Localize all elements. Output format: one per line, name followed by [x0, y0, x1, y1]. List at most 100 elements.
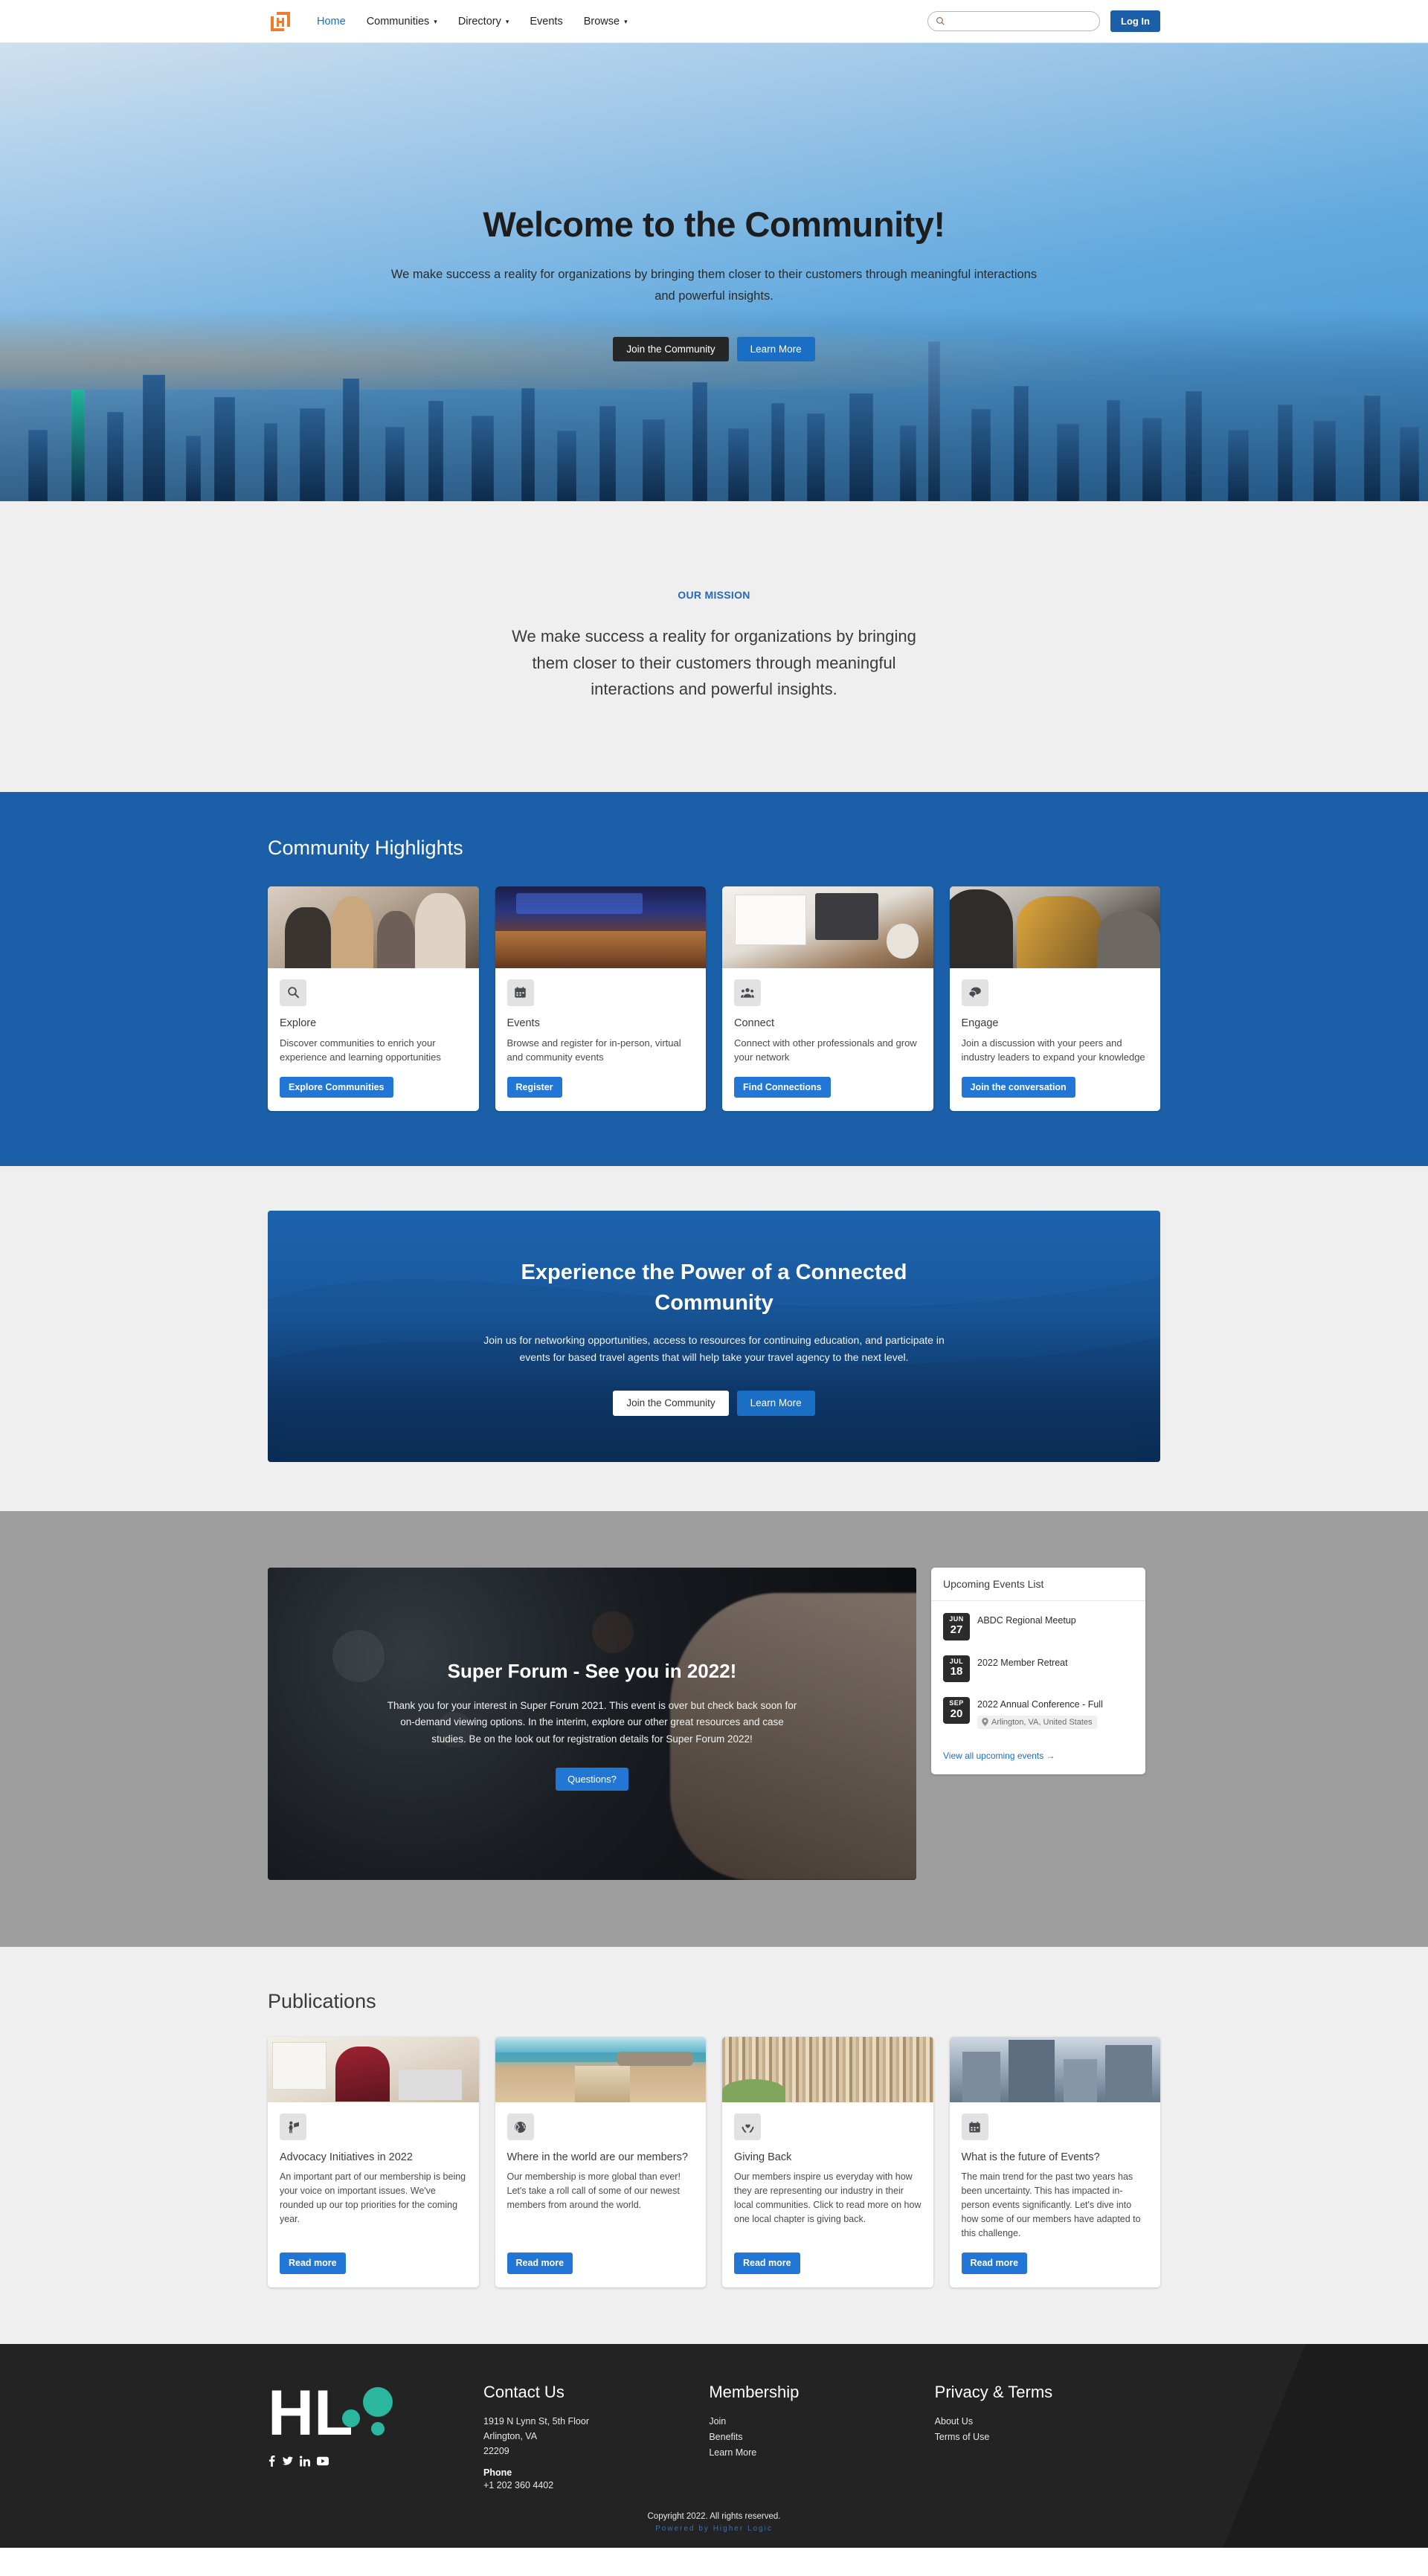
nav-label: Home — [317, 15, 346, 28]
card-title: Engage — [961, 1017, 999, 1029]
footer-membership-column: Membership Join Benefits Learn More — [709, 2383, 934, 2493]
search-icon — [936, 17, 945, 25]
youtube-icon[interactable] — [317, 2456, 329, 2467]
footer-link-terms-of-use[interactable]: Terms of Use — [935, 2430, 1147, 2445]
mission-section: OUR MISSION We make success a reality fo… — [0, 501, 1428, 792]
higher-logic-wordmark: HL — [268, 2383, 483, 2451]
publication-card-future-events[interactable]: What is the future of Events? The main t… — [949, 2037, 1160, 2287]
read-more-button[interactable]: Read more — [961, 2253, 1028, 2274]
event-month: JUL — [949, 1657, 964, 1665]
footer-privacy-column: Privacy & Terms About Us Terms of Use — [935, 2383, 1160, 2493]
publication-card-advocacy[interactable]: Advocacy Initiatives in 2022 An importan… — [268, 2037, 479, 2287]
highlight-card-events[interactable]: Events Browse and register for in-person… — [495, 886, 706, 1112]
nav-label: Communities — [366, 15, 430, 28]
card-image-desk-laptop — [722, 886, 933, 968]
power-banner-section: Experience the Power of a Connected Comm… — [0, 1166, 1428, 1512]
footer-link-learn-more[interactable]: Learn More — [709, 2445, 921, 2461]
power-banner: Experience the Power of a Connected Comm… — [268, 1211, 1160, 1463]
join-community-button[interactable]: Join the Community — [613, 336, 729, 362]
read-more-button[interactable]: Read more — [734, 2253, 800, 2274]
power-banner-title: Experience the Power of a Connected Comm… — [521, 1260, 907, 1315]
banner-join-community-button[interactable]: Join the Community — [613, 1391, 729, 1416]
linkedin-icon[interactable] — [300, 2456, 310, 2467]
hero-section: Welcome to the Community! We make succes… — [0, 43, 1428, 501]
event-list-item[interactable]: SEP 20 2022 Annual Conference - Full Arl… — [943, 1690, 1133, 1737]
highlight-card-connect[interactable]: Connect Connect with other professionals… — [722, 886, 933, 1112]
event-name[interactable]: 2022 Member Retreat — [977, 1657, 1068, 1669]
login-button[interactable]: Log In — [1110, 10, 1160, 32]
card-description: Join a discussion with your peers and in… — [961, 1037, 1145, 1063]
card-title: Giving Back — [734, 2151, 792, 2164]
publications-card-grid: Advocacy Initiatives in 2022 An importan… — [268, 2037, 1160, 2287]
nav-item-directory[interactable]: Directory ▾ — [448, 11, 520, 32]
event-name[interactable]: ABDC Regional Meetup — [977, 1614, 1076, 1627]
publications-section: Publications Advocacy Initiatives in 202… — [0, 1947, 1428, 2344]
read-more-button[interactable]: Read more — [506, 2253, 573, 2274]
nav-item-browse[interactable]: Browse ▾ — [573, 11, 638, 32]
footer-link-benefits[interactable]: Benefits — [709, 2430, 921, 2445]
questions-button[interactable]: Questions? — [556, 1767, 628, 1791]
comments-icon — [961, 979, 988, 1006]
copyright-text: Copyright 2022. All rights reserved. — [647, 2511, 781, 2521]
highlights-card-grid: Explore Discover communities to enrich y… — [268, 886, 1160, 1112]
card-image-city-buildings — [949, 2037, 1160, 2103]
search-input[interactable] — [950, 16, 1092, 27]
power-banner-subtitle: Join us for networking opportunities, ac… — [483, 1334, 945, 1363]
svg-text:HL: HL — [268, 2383, 353, 2449]
highlight-card-explore[interactable]: Explore Discover communities to enrich y… — [268, 886, 479, 1112]
event-location: Arlington, VA, United States — [977, 1715, 1097, 1729]
address-line-1: 1919 N Lynn St, 5th Floor — [483, 2415, 589, 2427]
find-connections-button[interactable]: Find Connections — [734, 1076, 831, 1098]
forum-title: Super Forum - See you in 2022! — [447, 1660, 737, 1683]
chevron-down-icon: ▾ — [434, 18, 437, 25]
map-pin-icon — [982, 1718, 988, 1727]
phone-label: Phone — [483, 2467, 512, 2478]
event-list-item[interactable]: JUN 27 ABDC Regional Meetup — [943, 1606, 1133, 1647]
publication-card-world-members[interactable]: Where in the world are our members? Our … — [495, 2037, 706, 2287]
nav-item-events[interactable]: Events — [519, 11, 573, 32]
facebook-icon[interactable] — [268, 2455, 276, 2467]
community-highlights-section: Community Highlights Explore Discover co… — [0, 791, 1428, 1167]
publication-card-giving-back[interactable]: Giving Back Our members inspire us every… — [722, 2037, 933, 2287]
higher-logic-logo-icon[interactable] — [268, 9, 293, 34]
event-list-item[interactable]: JUL 18 2022 Member Retreat — [943, 1648, 1133, 1690]
event-name[interactable]: 2022 Annual Conference - Full — [977, 1698, 1103, 1711]
card-description: Browse and register for in-person, virtu… — [506, 1037, 681, 1063]
calendar-icon — [506, 979, 534, 1006]
explore-communities-button[interactable]: Explore Communities — [280, 1076, 393, 1098]
event-date-chip: SEP 20 — [943, 1696, 970, 1724]
card-description: Connect with other professionals and gro… — [734, 1037, 917, 1063]
card-title: Where in the world are our members? — [506, 2151, 688, 2164]
join-conversation-button[interactable]: Join the conversation — [961, 1076, 1075, 1098]
nav-label: Events — [530, 15, 563, 28]
twitter-icon[interactable] — [283, 2456, 293, 2467]
register-button[interactable]: Register — [506, 1076, 562, 1098]
publications-title: Publications — [268, 1990, 376, 2013]
card-description: Discover communities to enrich your expe… — [280, 1037, 441, 1063]
powered-by-text: Powered by Higher Logic — [655, 2524, 773, 2533]
banner-learn-more-button[interactable]: Learn More — [736, 1391, 815, 1416]
super-forum-card: Super Forum - See you in 2022! Thank you… — [268, 1568, 916, 1881]
card-image-woman-meeting — [949, 886, 1160, 968]
highlights-title: Community Highlights — [268, 836, 463, 859]
nav-item-home[interactable]: Home — [306, 11, 356, 32]
footer-membership-heading: Membership — [709, 2382, 800, 2401]
card-title: Connect — [734, 1017, 775, 1029]
upcoming-events-panel: Upcoming Events List JUN 27 ABDC Regiona… — [931, 1568, 1145, 1775]
highlight-card-engage[interactable]: Engage Join a discussion with your peers… — [949, 886, 1160, 1112]
learn-more-button[interactable]: Learn More — [736, 336, 815, 362]
event-date-chip: JUN 27 — [943, 1613, 970, 1640]
site-footer: HL Contact Us 1919 N Lynn St, 5th Floor … — [0, 2343, 1428, 2548]
footer-link-about-us[interactable]: About Us — [935, 2414, 1147, 2430]
nav-label: Directory — [457, 15, 501, 28]
card-title: What is the future of Events? — [961, 2151, 1100, 2164]
view-all-events-link[interactable]: View all upcoming events → — [943, 1751, 1055, 1761]
search-icon — [280, 979, 306, 1006]
card-image-coastal-boardwalk — [495, 2037, 706, 2103]
footer-link-join[interactable]: Join — [709, 2414, 921, 2430]
nav-item-communities[interactable]: Communities ▾ — [356, 11, 448, 32]
read-more-button[interactable]: Read more — [280, 2253, 346, 2274]
card-title: Events — [506, 1017, 540, 1029]
card-description: Our members inspire us everyday with how… — [734, 2171, 922, 2225]
search-box[interactable] — [927, 11, 1100, 31]
